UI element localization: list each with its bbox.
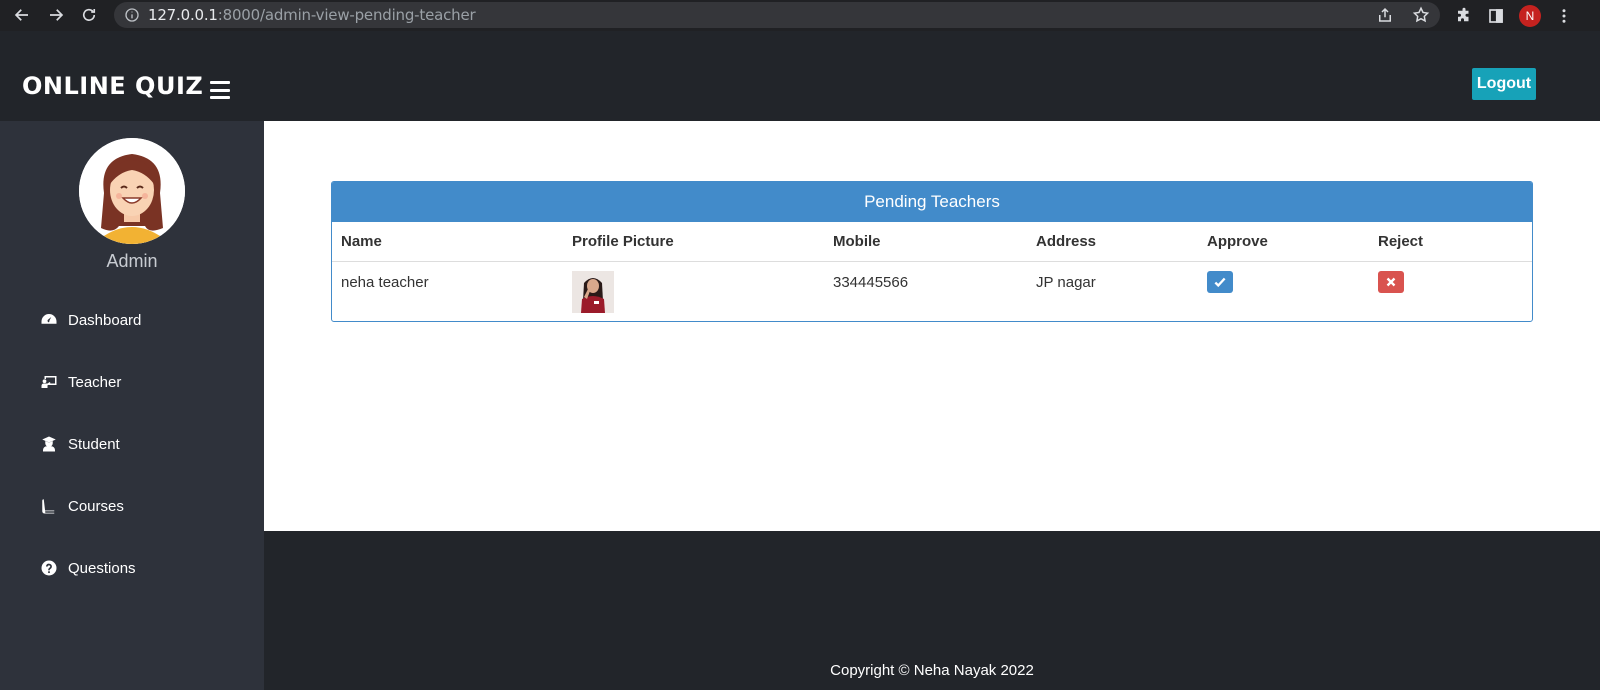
main-content: Pending Teachers Name Profile Picture Mo… <box>264 121 1600 531</box>
extensions-icon[interactable] <box>1455 7 1473 25</box>
cell-name: neha teacher <box>341 273 429 291</box>
copyright-text: Copyright © Neha Nayak 2022 <box>830 662 1034 679</box>
logout-button[interactable]: Logout <box>1472 68 1536 100</box>
dashboard-icon <box>41 314 57 324</box>
close-icon <box>1386 277 1396 286</box>
profile-initial: N <box>1525 9 1535 23</box>
address-bar[interactable]: 127.0.0.1:8000/admin-view-pending-teache… <box>114 2 1440 28</box>
url-text: 127.0.0.1:8000/admin-view-pending-teache… <box>148 6 476 24</box>
menu-kebab-icon[interactable] <box>1555 7 1573 25</box>
cell-mobile: 334445566 <box>833 273 909 291</box>
admin-name: Admin <box>106 251 158 271</box>
panel-title: Pending Teachers <box>332 182 1532 222</box>
sidebar-item-label: Questions <box>68 559 136 577</box>
student-icon <box>42 436 56 452</box>
column-header-approve: Approve <box>1198 222 1369 262</box>
cell-approve <box>1198 261 1369 321</box>
side-panel-icon[interactable] <box>1487 7 1505 25</box>
sidebar: Admin Dashboard Teacher Student Courses … <box>0 121 264 690</box>
table-row: neha teacher 334445566 JP nagar <box>332 261 1532 321</box>
question-icon <box>41 560 57 576</box>
info-icon[interactable] <box>124 7 140 23</box>
book-icon <box>42 499 55 514</box>
hamburger-menu-icon[interactable] <box>210 81 230 99</box>
sidebar-item-label: Courses <box>68 497 124 515</box>
teacher-icon <box>41 376 57 388</box>
column-header-reject: Reject <box>1369 222 1532 262</box>
approve-button[interactable] <box>1207 270 1233 293</box>
sidebar-item-label: Dashboard <box>68 311 142 329</box>
pending-teachers-panel: Pending Teachers Name Profile Picture Mo… <box>331 181 1533 322</box>
column-header-profile-picture: Profile Picture <box>563 222 824 262</box>
avatar <box>79 138 185 244</box>
column-header-mobile: Mobile <box>824 222 1027 262</box>
browser-toolbar: 127.0.0.1:8000/admin-view-pending-teache… <box>0 0 1600 31</box>
table-header-row: Name Profile Picture Mobile Address Appr… <box>332 222 1532 262</box>
profile-picture-thumbnail <box>572 270 614 313</box>
sidebar-item-student[interactable]: Student <box>40 435 120 453</box>
sidebar-item-dashboard[interactable]: Dashboard <box>40 311 141 329</box>
reload-icon[interactable] <box>79 5 99 25</box>
sidebar-item-courses[interactable]: Courses <box>40 497 124 515</box>
back-icon[interactable] <box>12 5 32 25</box>
sidebar-item-questions[interactable]: Questions <box>40 559 136 577</box>
cell-profile-picture <box>563 261 824 321</box>
reject-button[interactable] <box>1378 270 1404 293</box>
url-host: 127.0.0.1 <box>148 6 218 24</box>
brand-title[interactable]: ONLINE QUIZ <box>22 72 203 100</box>
column-header-name: Name <box>332 222 563 262</box>
column-header-address: Address <box>1027 222 1198 262</box>
forward-icon[interactable] <box>46 5 66 25</box>
footer: Copyright © Neha Nayak 2022 <box>264 531 1600 690</box>
share-icon[interactable] <box>1376 6 1394 24</box>
sidebar-item-teacher[interactable]: Teacher <box>40 373 121 391</box>
bookmark-star-icon[interactable] <box>1412 6 1430 24</box>
cell-address: JP nagar <box>1036 273 1096 291</box>
sidebar-item-label: Teacher <box>68 373 122 391</box>
cell-reject <box>1369 261 1532 321</box>
url-path: :8000/admin-view-pending-teacher <box>217 6 476 24</box>
app-header: ONLINE QUIZ Logout <box>0 31 1600 121</box>
profile-avatar[interactable]: N <box>1519 5 1541 27</box>
sidebar-item-label: Student <box>68 435 120 453</box>
checkmark-icon <box>1214 277 1226 287</box>
pending-teachers-table: Name Profile Picture Mobile Address Appr… <box>332 222 1532 321</box>
